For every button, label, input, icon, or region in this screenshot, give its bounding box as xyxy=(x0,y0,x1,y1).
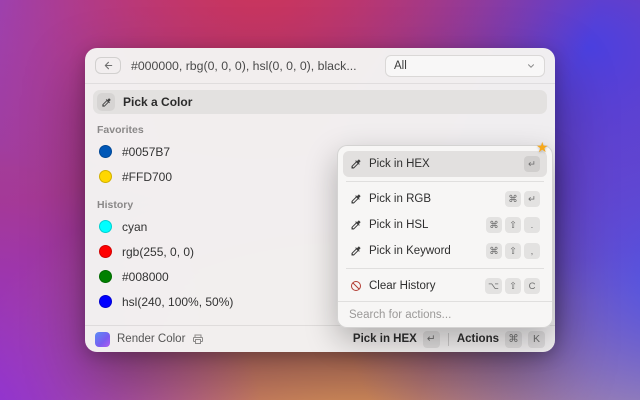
printer-icon xyxy=(192,333,204,345)
key-badge: ⌘ xyxy=(486,217,502,233)
arrow-left-icon xyxy=(103,60,114,71)
menu-item-label: Pick in Keyword xyxy=(369,245,479,257)
color-swatch xyxy=(99,270,112,283)
favorite-star-icon: ★ xyxy=(536,140,549,154)
actions-menu: Pick in HEX ↵ Pick in RGB ⌘ ↵ xyxy=(337,145,553,328)
primary-action-button[interactable]: Pick in HEX xyxy=(353,333,417,345)
favorites-section-label: Favorites xyxy=(97,124,547,136)
key-badge: , xyxy=(524,243,540,259)
key-badge: ⌘ xyxy=(486,243,502,259)
key-badge: ⌥ xyxy=(485,278,502,294)
menu-item-label: Pick in RGB xyxy=(369,193,498,205)
footer: Render Color Pick in HEX ↵ Actions ⌘ K xyxy=(85,325,555,352)
actions-search xyxy=(338,301,552,327)
color-swatch xyxy=(99,245,112,258)
key-badge: . xyxy=(524,217,540,233)
menu-item-pick-in-hex[interactable]: Pick in HEX ↵ xyxy=(343,151,547,177)
pick-a-color-row[interactable]: Pick a Color xyxy=(93,90,547,114)
menu-item-pick-in-hsl[interactable]: Pick in HSL ⌘ ⇧ . xyxy=(343,212,547,238)
back-button[interactable] xyxy=(95,57,121,74)
key-badge: ↵ xyxy=(524,156,540,172)
key-badge: ⇧ xyxy=(505,217,521,233)
desktop-background: #000000, rbg(0, 0, 0), hsl(0, 0, 0), bla… xyxy=(0,0,640,400)
filter-dropdown[interactable]: All xyxy=(385,55,545,77)
key-badge: ↵ xyxy=(524,191,540,207)
menu-item-label: Pick in HEX xyxy=(369,158,517,170)
menu-divider xyxy=(346,181,544,182)
key-badge: ⇧ xyxy=(505,243,521,259)
search-query-text: #000000, rbg(0, 0, 0), hsl(0, 0, 0), bla… xyxy=(131,59,385,73)
extension-icon xyxy=(95,332,110,347)
key-badge: ⌘ xyxy=(505,331,522,348)
filter-dropdown-value: All xyxy=(394,60,407,72)
circle-slash-icon xyxy=(350,280,362,292)
eyedropper-icon xyxy=(350,158,362,170)
menu-item-clear-history[interactable]: Clear History ⌥ ⇧ C xyxy=(343,273,547,299)
key-badge: ↵ xyxy=(423,331,440,348)
actions-button[interactable]: Actions xyxy=(457,333,499,345)
menu-item-pick-in-rgb[interactable]: Pick in RGB ⌘ ↵ xyxy=(343,186,547,212)
color-swatch xyxy=(99,295,112,308)
pick-a-color-label: Pick a Color xyxy=(123,95,192,109)
key-badge: K xyxy=(528,331,545,348)
menu-item-label: Pick in HSL xyxy=(369,219,479,231)
menu-divider xyxy=(346,268,544,269)
actions-search-input[interactable] xyxy=(349,309,541,321)
list-item-label: #008000 xyxy=(122,270,169,284)
eyedropper-icon xyxy=(350,193,362,205)
key-badge: C xyxy=(524,278,540,294)
key-badge: ⌘ xyxy=(505,191,521,207)
eyedropper-icon xyxy=(97,93,115,111)
list-item-label: #FFD700 xyxy=(122,170,172,184)
chevron-down-icon xyxy=(526,61,536,71)
key-badge: ⇧ xyxy=(505,278,521,294)
menu-item-label: Clear History xyxy=(369,280,478,292)
eyedropper-icon xyxy=(350,219,362,231)
color-picker-window: #000000, rbg(0, 0, 0), hsl(0, 0, 0), bla… xyxy=(85,48,555,352)
header: #000000, rbg(0, 0, 0), hsl(0, 0, 0), bla… xyxy=(85,48,555,84)
list-item-label: hsl(240, 100%, 50%) xyxy=(122,295,233,309)
color-swatch xyxy=(99,145,112,158)
list-item-label: #0057B7 xyxy=(122,145,170,159)
footer-divider xyxy=(448,333,449,346)
list-item-label: rgb(255, 0, 0) xyxy=(122,245,194,259)
menu-item-pick-in-keyword[interactable]: Pick in Keyword ⌘ ⇧ , xyxy=(343,238,547,264)
list-item-label: cyan xyxy=(122,220,147,234)
color-swatch xyxy=(99,170,112,183)
extension-name: Render Color xyxy=(117,333,185,345)
eyedropper-icon xyxy=(350,245,362,257)
color-swatch xyxy=(99,220,112,233)
